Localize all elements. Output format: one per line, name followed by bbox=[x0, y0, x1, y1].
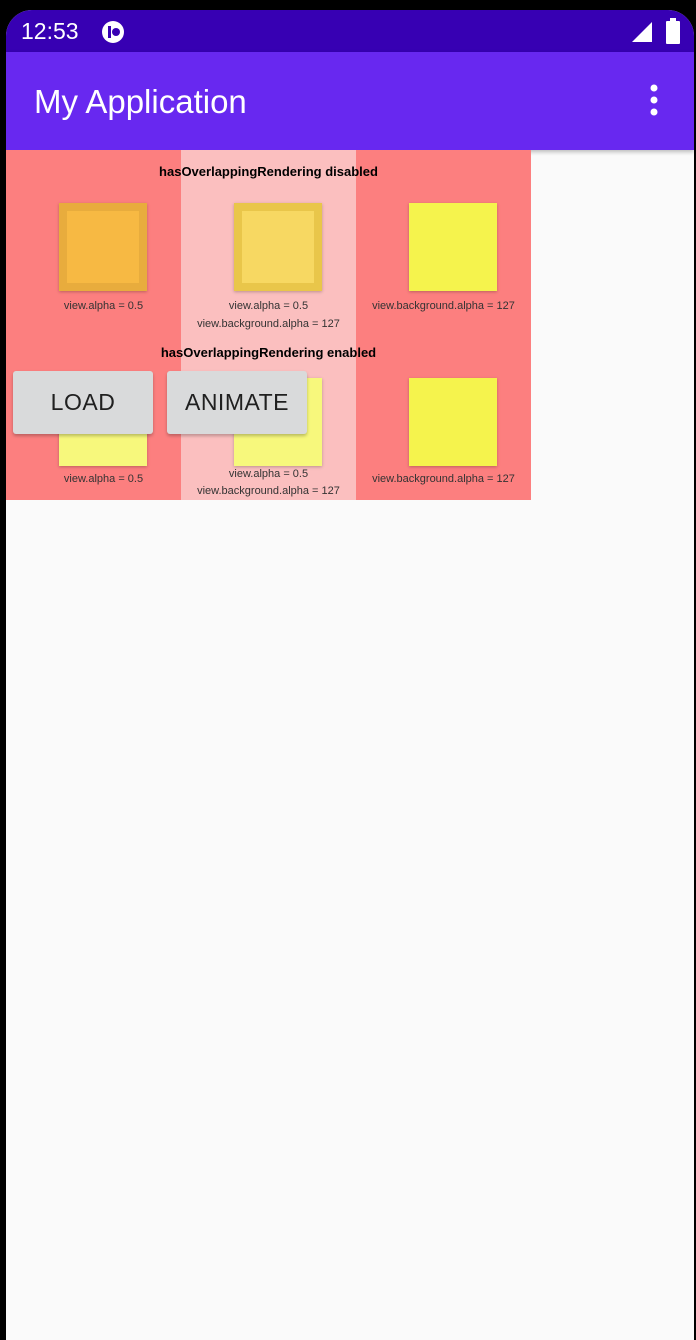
app-bar: My Application bbox=[6, 52, 694, 150]
caption-alpha-line1: view.alpha = 0.5 bbox=[228, 468, 309, 480]
swatch-disabled-alpha bbox=[59, 203, 147, 291]
overlapping-rendering-demo: hasOverlappingRendering disabled view.al… bbox=[6, 150, 531, 500]
caption-alpha: view.alpha = 0.5 bbox=[63, 300, 144, 312]
enabled-heading: hasOverlappingRendering enabled bbox=[160, 345, 377, 360]
load-button[interactable]: LOAD bbox=[13, 371, 153, 434]
cell-signal-icon bbox=[632, 22, 652, 42]
swatch-inner bbox=[67, 211, 139, 283]
swatch-disabled-alpha-bg bbox=[234, 203, 322, 291]
app-notification-icon bbox=[102, 21, 124, 43]
status-time: 12:53 bbox=[21, 18, 79, 44]
caption-alpha-line1: view.alpha = 0.5 bbox=[228, 300, 309, 312]
caption-bg-alpha: view.background.alpha = 127 bbox=[372, 473, 515, 485]
caption-alpha: view.alpha = 0.5 bbox=[63, 473, 144, 485]
more-vert-icon[interactable] bbox=[642, 82, 666, 118]
battery-icon bbox=[666, 18, 680, 44]
swatch-enabled-bg-alpha bbox=[409, 378, 497, 466]
swatch-inner bbox=[242, 211, 314, 283]
phone-screen: 12:53 My Application hasOverlappingRende… bbox=[6, 10, 694, 1340]
animate-button[interactable]: ANIMATE bbox=[167, 371, 307, 434]
caption-bg-alpha: view.background.alpha = 127 bbox=[372, 300, 515, 312]
app-title: My Application bbox=[34, 83, 247, 120]
disabled-heading: hasOverlappingRendering disabled bbox=[159, 164, 378, 179]
swatch-disabled-bg-alpha bbox=[409, 203, 497, 291]
caption-bg-alpha-line2: view.background.alpha = 127 bbox=[197, 485, 340, 497]
caption-bg-alpha-line2: view.background.alpha = 127 bbox=[197, 318, 340, 330]
status-bar: 12:53 bbox=[6, 10, 694, 52]
